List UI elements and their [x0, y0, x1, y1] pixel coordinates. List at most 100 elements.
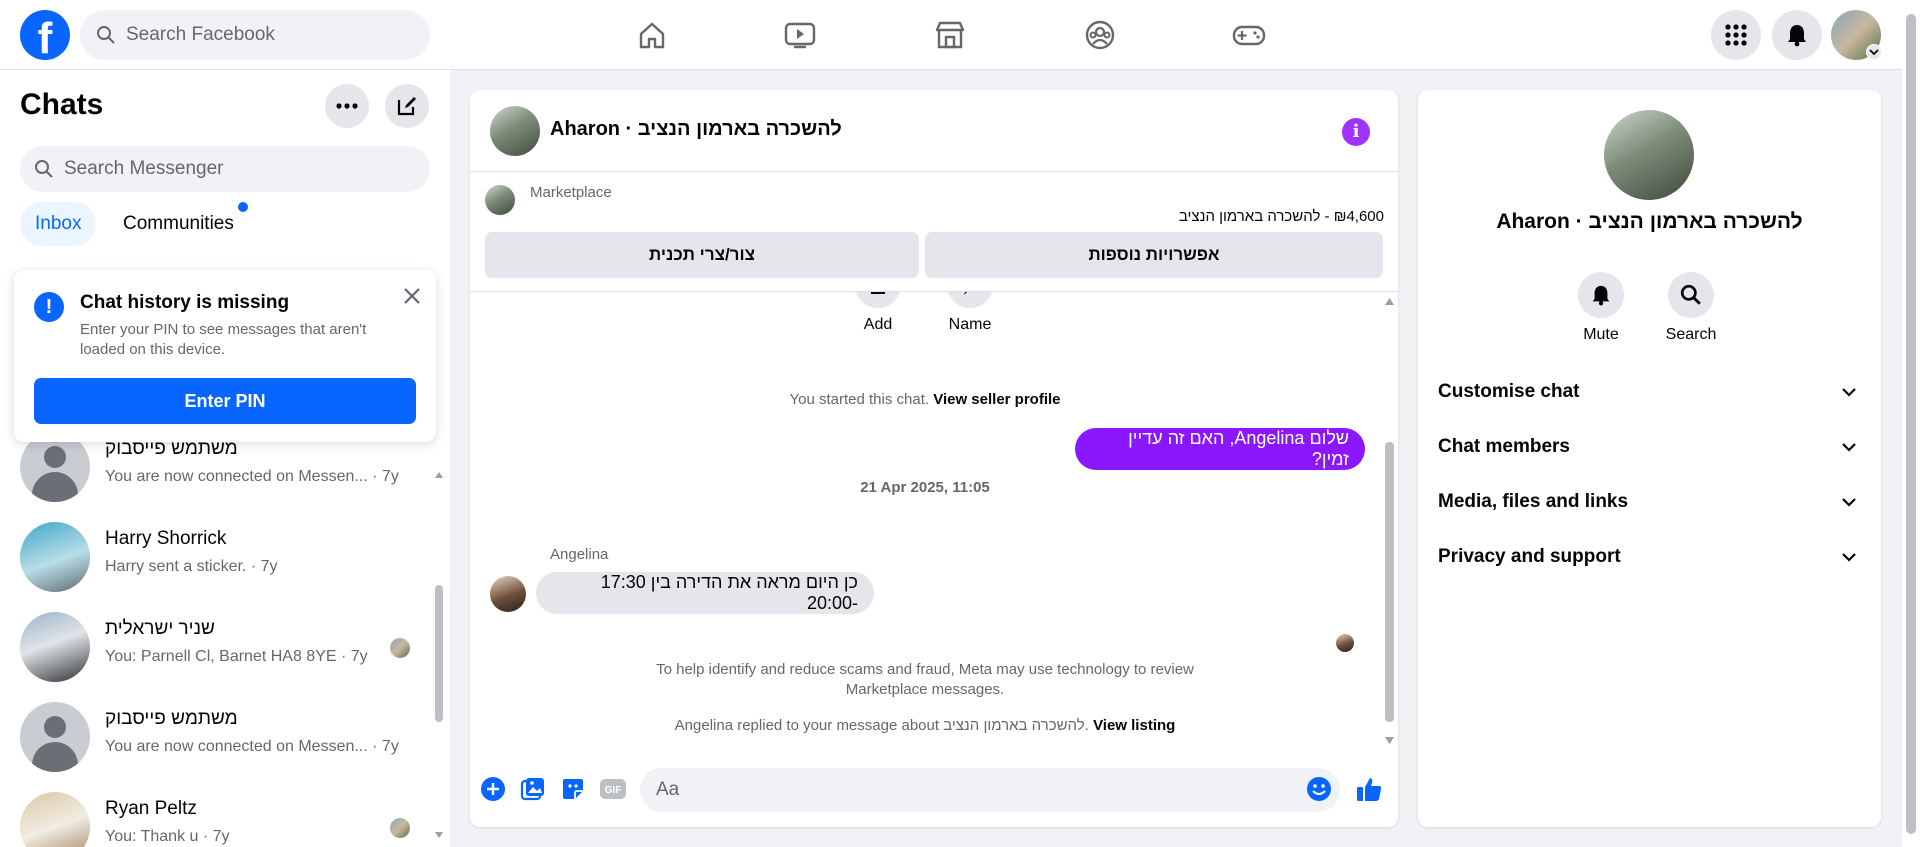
groups-icon[interactable] [1078, 14, 1122, 56]
privacy-support-section[interactable]: Privacy and support [1438, 532, 1861, 582]
outgoing-message-bubble[interactable]: שלום Angelina, האם זה עדיין זמין? [1075, 428, 1365, 470]
facebook-search-placeholder: Search Facebook [126, 24, 275, 45]
pin-card-title: Chat history is missing [80, 292, 290, 313]
marketplace-label: Marketplace [530, 184, 612, 201]
more-options-icon[interactable] [325, 84, 369, 128]
conversation-title[interactable]: Aharon · להשכרה בארמון הנציב [550, 118, 842, 141]
chat-name: Ryan Peltz [105, 798, 197, 819]
chat-list-scrollbar[interactable] [434, 470, 444, 847]
conversation-header: Aharon · להשכרה בארמון הנציב i [470, 90, 1398, 172]
avatar [20, 792, 90, 847]
emoji-icon[interactable] [1304, 774, 1334, 804]
notifications-bell-icon[interactable] [1772, 10, 1822, 60]
more-options-button[interactable]: אפשרויות נוספות [925, 232, 1383, 278]
conversation-scrollbar[interactable] [1380, 292, 1398, 752]
mute-label: Mute [1583, 326, 1619, 343]
gaming-icon[interactable] [1227, 14, 1271, 56]
enter-pin-button[interactable]: Enter PIN [34, 378, 416, 424]
listing-thumbnail[interactable] [485, 185, 515, 215]
info-icon[interactable]: i [1342, 118, 1370, 146]
new-message-icon[interactable] [385, 84, 429, 128]
chat-list-scroll-thumb[interactable] [435, 585, 443, 722]
tab-inbox[interactable]: Inbox [20, 202, 97, 246]
mute-bell-icon[interactable] [1578, 272, 1624, 318]
sender-avatar[interactable] [490, 576, 526, 612]
search-action[interactable]: Search [1656, 272, 1726, 344]
conversation-avatar[interactable] [490, 106, 540, 156]
scroll-down-icon[interactable] [434, 830, 444, 840]
media-files-links-section[interactable]: Media, files and links [1438, 477, 1861, 527]
chats-sidebar: Chats Search Messenger Inbox Communities… [0, 70, 450, 847]
add-action-icon[interactable] [855, 292, 901, 308]
sticker-icon[interactable] [558, 774, 588, 804]
add-action-label: Add [863, 316, 893, 333]
messenger-search-placeholder: Search Messenger [64, 158, 224, 179]
details-avatar[interactable] [1604, 110, 1694, 200]
search-icon[interactable] [1668, 272, 1714, 318]
thumbs-up-icon[interactable] [1354, 774, 1384, 804]
message-composer: GIF Aa [470, 752, 1398, 827]
chat-preview: You: Parnell Cl, Barnet HA8 8YE · 7y [105, 648, 368, 665]
contact-button[interactable]: צור/צרי תכנית [485, 232, 919, 278]
top-navigation-bar: f Search Facebook [0, 0, 1920, 70]
chat-list: משתמש פייסבוק You are now connected on M… [0, 442, 432, 847]
tab-communities[interactable]: Communities [108, 202, 249, 246]
chat-list-item[interactable]: Harry Shorrick Harry sent a sticker. · 7… [0, 512, 432, 602]
incoming-sender-name: Angelina [550, 546, 609, 563]
communities-unread-dot [238, 202, 248, 212]
view-listing-link[interactable]: View listing [1093, 717, 1175, 734]
chat-preview: Harry sent a sticker. · 7y [105, 558, 278, 575]
svg-text:GIF: GIF [605, 785, 622, 796]
chat-history-missing-card: ! Chat history is missing Enter your PIN… [14, 270, 436, 442]
facebook-logo[interactable]: f [20, 10, 70, 60]
listing-price[interactable]: ₪4,600 - להשכרה בארמון הנציב [1179, 208, 1384, 225]
conversation-scroll-thumb[interactable] [1385, 442, 1394, 722]
chat-name: משתמש פייסבוק [105, 708, 238, 729]
close-icon[interactable] [400, 284, 424, 308]
home-icon[interactable] [630, 14, 674, 56]
customise-chat-section[interactable]: Customise chat [1438, 367, 1861, 417]
search-icon [35, 160, 53, 178]
chat-started-notice: You started this chat. View seller profi… [789, 391, 1061, 408]
scam-notice: To help identify and reduce scams and fr… [656, 661, 1194, 698]
scroll-down-icon[interactable] [1384, 736, 1395, 746]
chat-members-section[interactable]: Chat members [1438, 422, 1861, 472]
chats-title: Chats [20, 88, 104, 121]
gif-icon[interactable]: GIF [598, 774, 628, 804]
facebook-search-input[interactable]: Search Facebook [80, 10, 430, 60]
marketplace-icon[interactable] [928, 14, 972, 56]
image-icon[interactable] [518, 774, 548, 804]
chat-preview: You are now connected on Messen... · 7y [105, 738, 399, 755]
plus-circle-icon[interactable] [478, 774, 508, 804]
chat-list-item[interactable]: משתמש פייסבוק You are now connected on M… [0, 692, 432, 782]
chat-preview: You are now connected on Messen... · 7y [105, 468, 399, 485]
default-avatar [20, 702, 90, 772]
chat-list-item[interactable]: משתמש פייסבוק You are now connected on M… [0, 442, 432, 512]
message-input-placeholder: Aa [656, 779, 680, 800]
name-action-icon[interactable] [947, 292, 993, 308]
view-seller-profile-link[interactable]: View seller profile [933, 391, 1060, 408]
menu-grid-icon[interactable] [1711, 10, 1761, 60]
video-icon[interactable] [778, 14, 822, 56]
seen-avatar [390, 818, 410, 838]
name-action-label: Name [948, 316, 992, 333]
message-input[interactable]: Aa [640, 768, 1340, 812]
chevron-down-icon [1842, 443, 1856, 452]
search-label: Search [1665, 326, 1717, 343]
page-scroll-thumb[interactable] [1906, 14, 1916, 834]
messenger-search-input[interactable]: Search Messenger [20, 146, 430, 192]
account-chevron-down-icon[interactable] [1866, 44, 1882, 60]
chat-preview: You: Thank u · 7y [105, 828, 230, 845]
mute-action[interactable]: Mute [1566, 272, 1636, 344]
incoming-message-bubble[interactable]: כן היום מראה את הדירה בין 17:30 -20:00 [536, 572, 874, 614]
chevron-down-icon [1842, 388, 1856, 397]
chat-list-item[interactable]: שניר ישראלית You: Parnell Cl, Barnet HA8… [0, 602, 432, 692]
scroll-up-icon[interactable] [1384, 296, 1395, 306]
chat-details-panel: Aharon · להשכרה בארמון הנציב Mute Search… [1418, 90, 1881, 827]
reply-notice: Angelina replied to your message about ל… [674, 717, 1176, 734]
scroll-up-icon[interactable] [434, 470, 444, 480]
marketplace-listing-bar: Marketplace ₪4,600 - להשכרה בארמון הנציב… [470, 172, 1398, 292]
chat-list-item[interactable]: Ryan Peltz You: Thank u · 7y [0, 782, 432, 847]
seen-avatar [390, 638, 410, 658]
page-scrollbar[interactable] [1902, 0, 1920, 847]
